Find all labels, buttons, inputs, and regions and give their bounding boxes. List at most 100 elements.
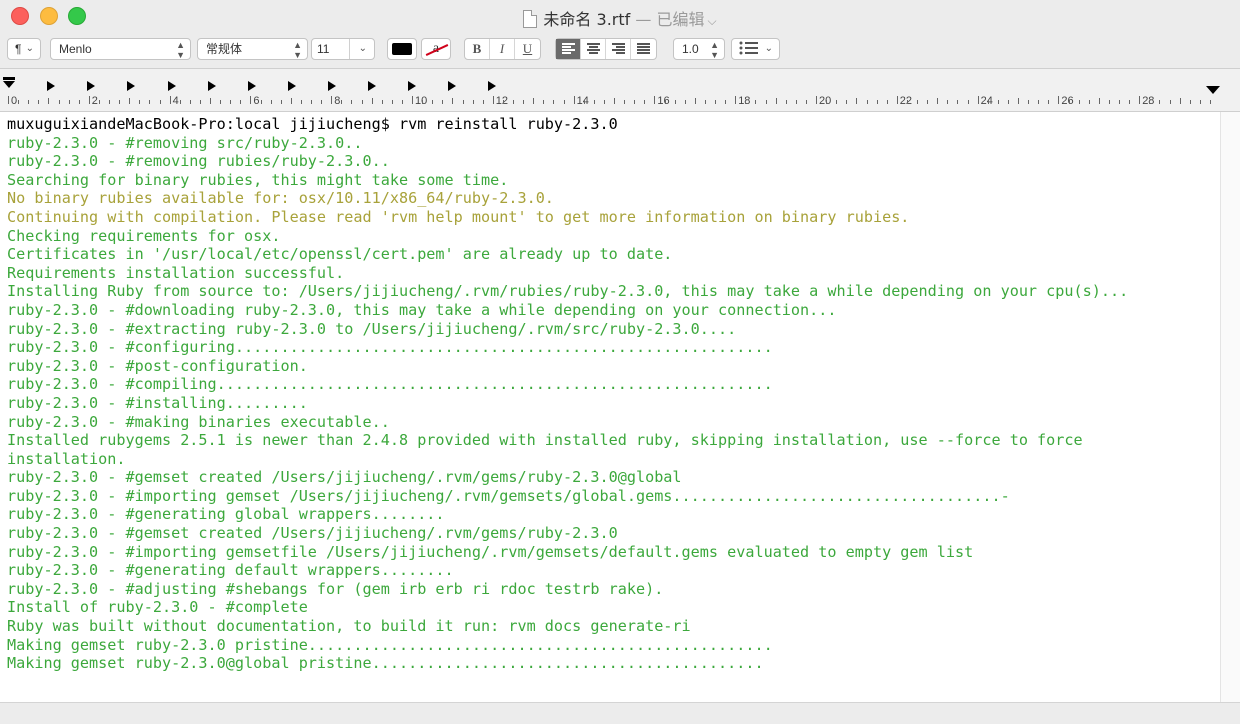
document-line: ruby-2.3.0 - #generating global wrappers…	[7, 505, 445, 524]
ruler-minor-tick	[1129, 100, 1131, 104]
ruler-minor-tick	[58, 100, 60, 104]
chevron-down-icon: ⌄	[764, 43, 773, 54]
ruler-minor-tick	[119, 100, 121, 104]
ruler-minor-tick	[38, 100, 40, 104]
ruler-minor-tick	[1119, 100, 1120, 104]
window-title-area[interactable]: 未命名 3.rtf — 已编辑 ⌵	[0, 6, 1240, 30]
chevron-down-icon[interactable]: ⌵	[707, 14, 716, 28]
line-spacing-value: 1.0	[682, 42, 699, 56]
document-line: ruby-2.3.0 - #removing src/ruby-2.3.0..	[7, 133, 363, 152]
tab-stop-marker[interactable]	[47, 78, 55, 97]
ruler-minor-tick	[755, 100, 757, 104]
ruler-minor-tick	[775, 98, 777, 104]
ruler-minor-tick	[1108, 100, 1110, 104]
document-line: Making gemset ruby-2.3.0@global pristine…	[7, 654, 764, 673]
ruler-minor-tick	[149, 100, 151, 104]
document-text-area[interactable]: muxuguixiandeMacBook-Pro:local jijiuchen…	[0, 112, 1220, 702]
ruler-minor-tick	[1098, 98, 1100, 104]
underline-button[interactable]: U	[515, 39, 540, 59]
document-line: ruby-2.3.0 - #installing.........	[7, 393, 308, 412]
alignment-segmented	[555, 38, 657, 60]
tab-stop-marker[interactable]	[168, 78, 176, 97]
ruler-major-tick	[1058, 96, 1060, 104]
font-family-popup[interactable]: Menlo ▲ ▼	[50, 38, 191, 60]
ruler-minor-tick	[442, 100, 444, 104]
document-line: No binary rubies available for: osx/10.1…	[7, 189, 554, 208]
font-traits-segmented: B I U	[464, 38, 541, 60]
font-size-combo[interactable]: 11 ⌄	[311, 38, 375, 60]
tab-stop-marker[interactable]	[328, 78, 336, 97]
text-color-swatch	[392, 43, 412, 55]
highlight-color-button[interactable]: a	[421, 38, 451, 60]
tab-stop-marker[interactable]	[488, 78, 496, 97]
right-indent-marker[interactable]	[1206, 81, 1220, 100]
line-spacing-popup[interactable]: 1.0 ▲ ▼	[673, 38, 725, 60]
list-style-popup[interactable]: ⌄	[731, 38, 780, 60]
document-line: muxuguixiandeMacBook-Pro:local jijiuchen…	[7, 115, 618, 133]
text-color-well[interactable]	[387, 38, 417, 60]
chevron-down-icon: ⌄	[25, 43, 34, 54]
ruler-minor-tick	[886, 100, 888, 104]
ruler-minor-tick	[139, 100, 141, 104]
ruler-minor-tick	[745, 100, 747, 104]
tab-stop-marker[interactable]	[288, 78, 296, 97]
document-line: Certificates in '/usr/local/etc/openssl/…	[7, 245, 673, 264]
ruler-minor-tick	[684, 100, 686, 104]
ruler-minor-tick	[906, 100, 908, 104]
font-style-popup[interactable]: 常规体 ▲ ▼	[197, 38, 308, 60]
align-right-button[interactable]	[606, 39, 631, 59]
ruler-minor-tick	[28, 100, 30, 104]
vertical-scrollbar[interactable]	[1220, 112, 1240, 702]
document-icon	[523, 10, 538, 28]
tab-stop-marker[interactable]	[248, 78, 256, 97]
tab-stop-marker[interactable]	[368, 78, 376, 97]
ruler-minor-tick	[704, 100, 706, 104]
ruler-minor-tick	[795, 100, 797, 104]
ruler-minor-tick	[381, 100, 383, 104]
ruler-minor-tick	[452, 98, 454, 104]
ruler-minor-tick	[129, 98, 131, 104]
ruler-minor-tick	[220, 100, 222, 104]
ruler-minor-tick	[1028, 100, 1030, 104]
ruler-minor-tick	[1169, 100, 1171, 104]
bold-button[interactable]: B	[465, 39, 490, 59]
italic-button[interactable]: I	[490, 39, 515, 59]
ruler-minor-tick	[927, 100, 929, 104]
document-line: Continuing with compilation. Please read…	[7, 207, 910, 226]
ruler-minor-tick	[1189, 100, 1191, 104]
ruler[interactable]: 0246810121416182022242628	[0, 68, 1240, 112]
document-line: installation.	[7, 449, 126, 468]
ruler-minor-tick	[765, 100, 767, 104]
ruler-major-tick	[169, 96, 171, 104]
document-line: ruby-2.3.0 - #gemset created /Users/jiji…	[7, 524, 618, 543]
left-indent-marker[interactable]	[2, 76, 16, 95]
ruler-major-tick	[977, 96, 979, 104]
tab-stop-marker[interactable]	[408, 78, 416, 97]
align-left-button[interactable]	[556, 39, 581, 59]
justify-button[interactable]	[631, 39, 656, 59]
title-bar[interactable]: 未命名 3.rtf — 已编辑 ⌵	[0, 0, 1240, 32]
ruler-minor-tick	[533, 98, 535, 104]
ruler-minor-tick	[826, 100, 828, 104]
ruler-minor-tick	[644, 100, 646, 104]
ruler-minor-tick	[947, 100, 949, 104]
ruler-minor-tick	[523, 100, 525, 104]
ruler-minor-tick	[18, 100, 20, 104]
ruler-major-tick	[492, 96, 494, 104]
tab-stop-marker[interactable]	[87, 78, 95, 97]
align-center-button[interactable]	[581, 39, 606, 59]
align-right-icon	[611, 43, 625, 54]
tab-stop-marker[interactable]	[127, 78, 135, 97]
ruler-major-tick	[331, 96, 333, 104]
document-line: ruby-2.3.0 - #compiling.................…	[7, 375, 773, 394]
ruler-minor-tick	[260, 100, 262, 104]
tab-stop-marker[interactable]	[448, 78, 456, 97]
ruler-label: 0	[11, 95, 18, 107]
tab-stop-marker[interactable]	[208, 78, 216, 97]
document-lines: muxuguixiandeMacBook-Pro:local jijiuchen…	[7, 115, 1128, 673]
ruler-minor-tick	[1018, 98, 1019, 104]
paragraph-style-popup[interactable]: ¶ ⌄	[7, 38, 41, 60]
ruler-minor-tick	[159, 100, 161, 104]
ruler-minor-tick	[189, 100, 191, 104]
ruler-minor-tick	[553, 100, 555, 104]
